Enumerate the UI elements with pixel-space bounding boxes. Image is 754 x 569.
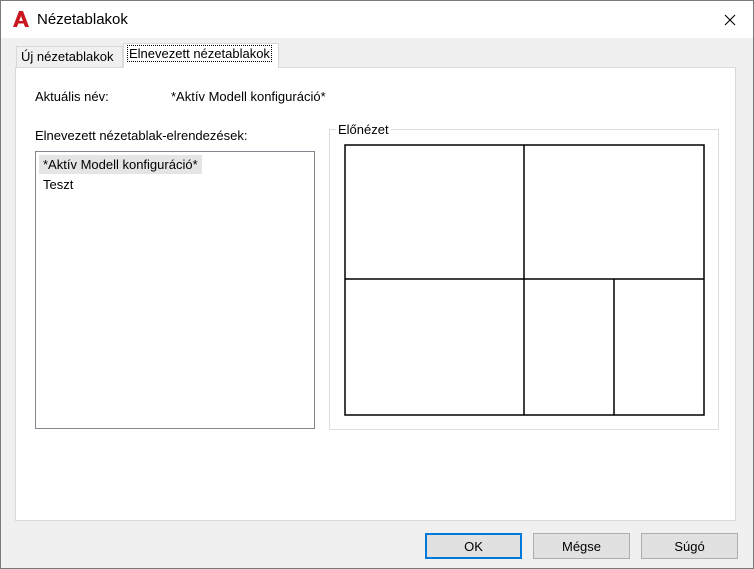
tab-named-viewports[interactable]: Elnevezett nézetablakok — [123, 43, 279, 68]
current-name-label: Aktuális név: — [35, 89, 109, 104]
cancel-button[interactable]: Mégse — [533, 533, 630, 559]
current-name-value: *Aktív Modell konfiguráció* — [171, 89, 326, 104]
list-item[interactable]: *Aktív Modell konfiguráció* — [39, 155, 202, 174]
preview-label: Előnézet — [336, 122, 391, 137]
ok-button-label: OK — [464, 538, 483, 554]
tab-new-viewports-label: Új nézetablakok — [21, 49, 114, 64]
tab-new-viewports[interactable]: Új nézetablakok — [16, 46, 123, 67]
close-icon — [724, 14, 736, 25]
autocad-a-icon — [13, 11, 29, 27]
window-title: Nézetablakok — [37, 11, 128, 28]
ok-button[interactable]: OK — [425, 533, 522, 559]
cancel-button-label: Mégse — [561, 538, 602, 554]
help-button[interactable]: Súgó — [641, 533, 738, 559]
viewport-preview — [344, 144, 705, 416]
named-layouts-listbox[interactable]: *Aktív Modell konfiguráció* Teszt — [35, 151, 315, 429]
help-button-label: Súgó — [674, 538, 705, 554]
title-bar: Nézetablakok — [1, 1, 753, 38]
named-layouts-label: Elnevezett nézetablak-elrendezések: — [35, 128, 248, 143]
list-item[interactable]: Teszt — [39, 175, 77, 194]
close-button[interactable] — [707, 1, 753, 38]
tab-named-viewports-label: Elnevezett nézetablakok — [127, 45, 272, 62]
